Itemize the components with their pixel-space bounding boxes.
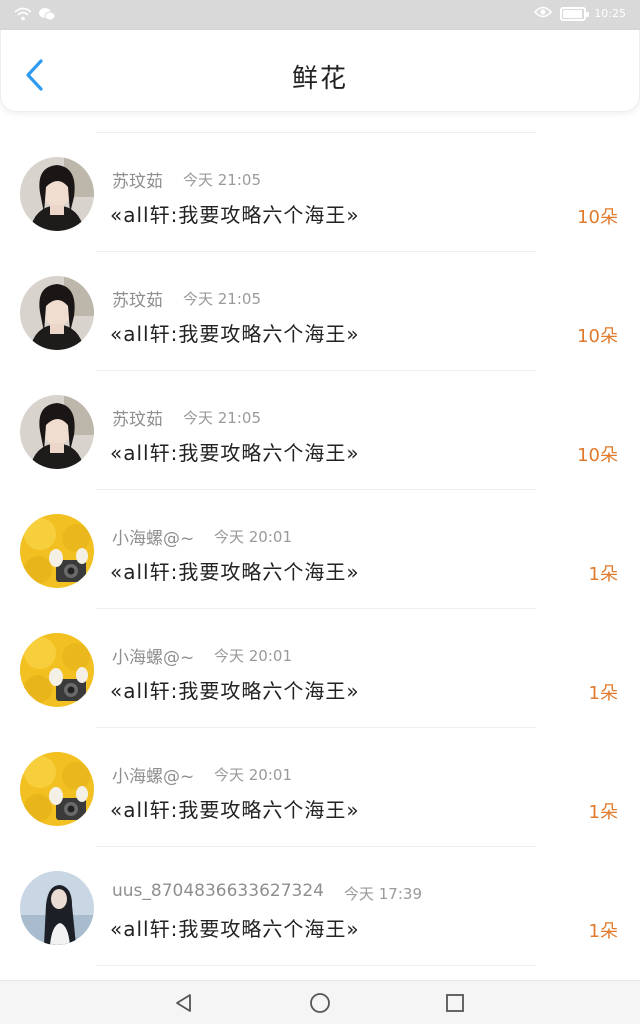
header: 鲜花 xyxy=(0,30,640,112)
flower-count: 1朵 xyxy=(588,683,618,704)
nav-back-button[interactable] xyxy=(172,991,196,1015)
sender-name[interactable]: uus_87048366336273​24 xyxy=(112,881,324,901)
list-item[interactable]: 苏玟茹 今天 21:05 «all轩:我要攻略六个海王» 10朵 xyxy=(0,371,640,490)
timestamp: 今天 21:05 xyxy=(183,171,261,189)
sender-name[interactable]: 苏玟茹 xyxy=(112,286,163,311)
avatar[interactable] xyxy=(20,752,94,826)
list-item[interactable]: 小海螺@~ 今天 20:01 «all轩:我要攻略六个海王» 1朵 xyxy=(0,609,640,728)
sender-name[interactable]: 小海螺@~ xyxy=(112,524,194,549)
row-divider xyxy=(96,965,536,966)
avatar[interactable] xyxy=(20,871,94,945)
book-title: «all轩:我要攻略六个海王» xyxy=(110,203,360,227)
system-nav-bar xyxy=(0,980,640,1024)
flower-count: 1朵 xyxy=(588,564,618,585)
page-title: 鲜花 xyxy=(291,64,348,94)
book-title: «all轩:我要攻略六个海王» xyxy=(110,917,360,941)
eye-icon xyxy=(534,6,553,21)
back-triangle-icon xyxy=(176,994,191,1012)
wechat-icon xyxy=(38,6,56,25)
list-item[interactable]: 小海螺@~ 今天 20:01 «all轩:我要攻略六个海王» 1朵 xyxy=(0,728,640,847)
nav-recents-button[interactable] xyxy=(443,991,467,1015)
avatar[interactable] xyxy=(20,395,94,469)
wifi-icon xyxy=(14,6,32,25)
timestamp: 今天 21:05 xyxy=(183,290,261,308)
flower-count: 10朵 xyxy=(577,326,618,347)
timestamp: 今天 17:39 xyxy=(344,885,422,903)
avatar[interactable] xyxy=(20,514,94,588)
timestamp: 今天 21:05 xyxy=(183,409,261,427)
book-title: «all轩:我要攻略六个海王» xyxy=(110,441,360,465)
list-item[interactable]: 小海螺@~ 今天 20:01 «all轩:我要攻略六个海王» 1朵 xyxy=(0,490,640,609)
recents-square-icon xyxy=(446,994,464,1012)
book-title: «all轩:我要攻略六个海王» xyxy=(110,322,360,346)
timestamp: 今天 20:01 xyxy=(214,647,292,665)
sender-name[interactable]: 苏玟茹 xyxy=(112,405,163,430)
sender-name[interactable]: 小海螺@~ xyxy=(112,762,194,787)
status-left-icons xyxy=(14,6,56,25)
book-title: «all轩:我要攻略六个海王» xyxy=(110,798,360,822)
status-bar: 10:25 xyxy=(0,0,640,30)
battery-icon xyxy=(560,6,590,21)
flower-count: 10朵 xyxy=(577,445,618,466)
avatar[interactable] xyxy=(20,157,94,231)
nav-home-button[interactable] xyxy=(308,991,332,1015)
home-circle-icon xyxy=(310,993,330,1013)
flower-count: 10朵 xyxy=(577,207,618,228)
battery-level xyxy=(563,9,582,18)
list-item[interactable]: uus_87048366336273​24 今天 17:39 «all轩:我要攻略六… xyxy=(0,847,640,966)
sender-name[interactable]: 小海螺@~ xyxy=(112,643,194,668)
sender-name[interactable]: 苏玟茹 xyxy=(112,167,163,192)
status-right-icons: 10:25 xyxy=(534,6,626,21)
list-item[interactable]: 苏玟茹 今天 21:05 «all轩:我要攻略六个海王» 10朵 xyxy=(0,133,640,252)
flower-count: 1朵 xyxy=(588,921,618,942)
timestamp: 今天 20:01 xyxy=(214,766,292,784)
avatar[interactable] xyxy=(20,276,94,350)
book-title: «all轩:我要攻略六个海王» xyxy=(110,560,360,584)
list-item[interactable]: 苏玟茹 今天 21:05 «all轩:我要攻略六个海王» 10朵 xyxy=(0,252,640,371)
status-time: 10:25 xyxy=(594,7,626,20)
flower-count: 1朵 xyxy=(588,802,618,823)
book-title: «all轩:我要攻略六个海王» xyxy=(110,679,360,703)
timestamp: 今天 20:01 xyxy=(214,528,292,546)
avatar[interactable] xyxy=(20,633,94,707)
